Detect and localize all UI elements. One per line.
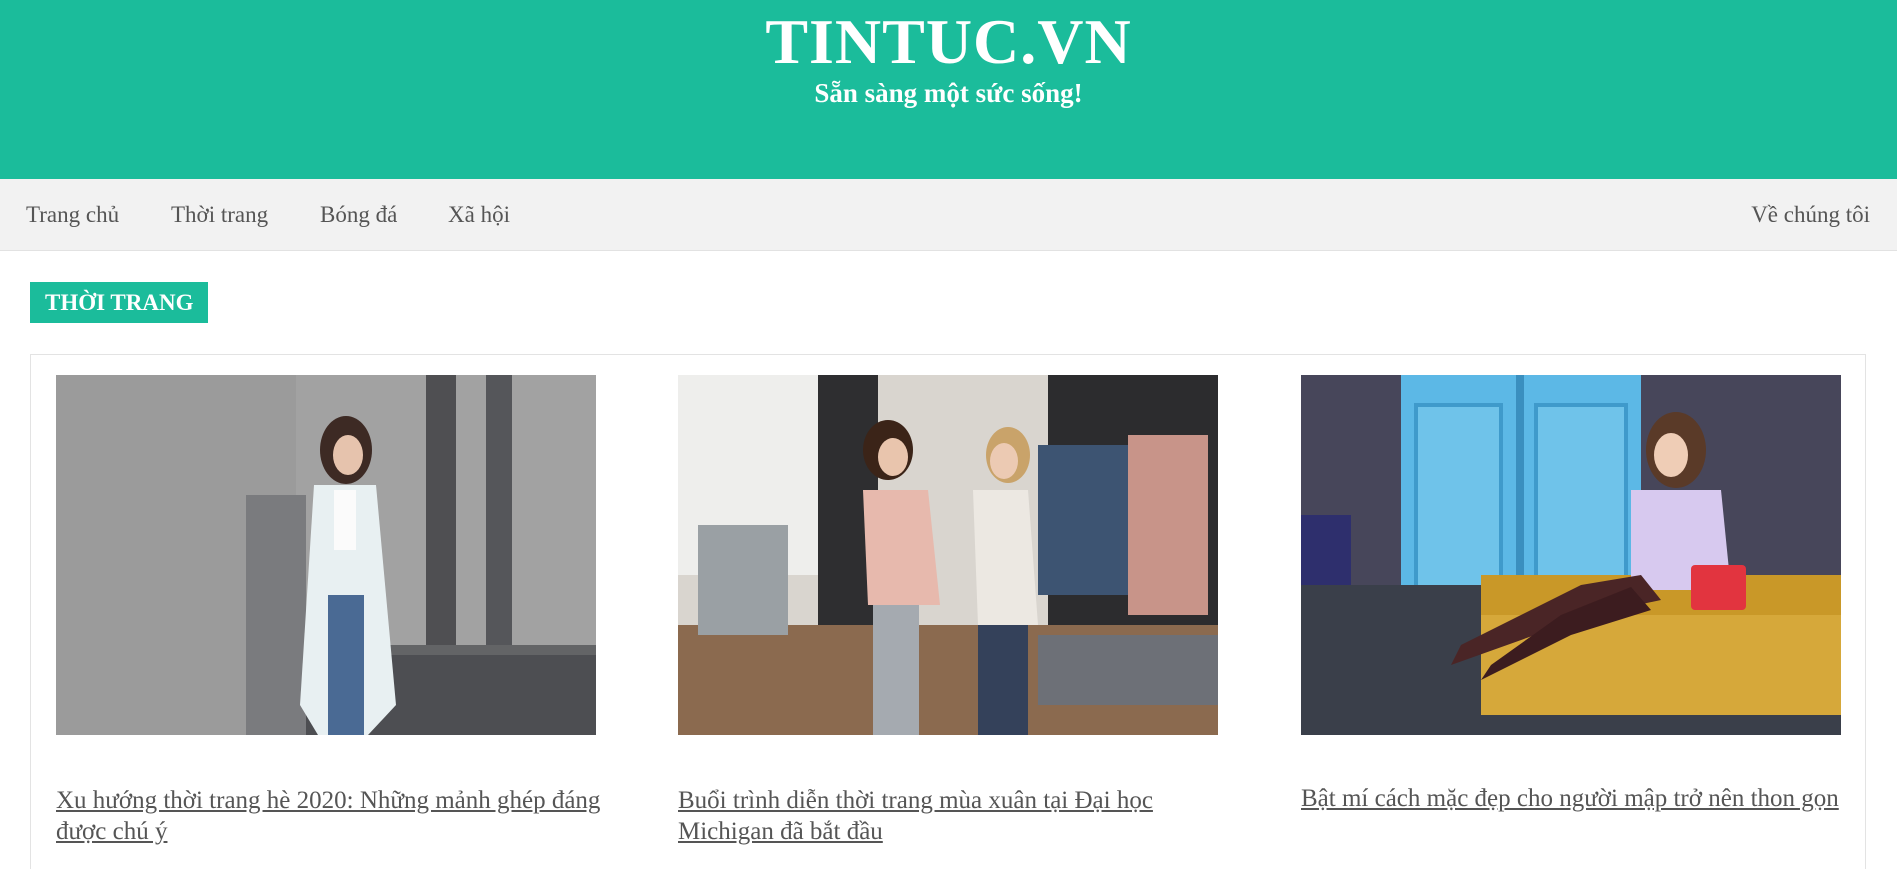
- nav-item-football[interactable]: Bóng đá: [320, 179, 397, 251]
- nav-item-about[interactable]: Về chúng tôi: [1751, 179, 1870, 251]
- article-card: Xu hướng thời trang hè 2020: Những mảnh …: [56, 375, 600, 845]
- article-title-link[interactable]: Buổi trình diễn thời trang mùa xuân tại …: [678, 785, 1238, 847]
- main-navigation: Trang chủ Thời trang Bóng đá Xã hội Về c…: [0, 179, 1897, 251]
- section-badge-fashion: THỜI TRANG: [30, 282, 209, 323]
- nav-item-fashion[interactable]: Thời trang: [171, 179, 268, 251]
- article-thumbnail[interactable]: [56, 375, 596, 735]
- site-title[interactable]: TINTUC.VN: [0, 6, 1897, 78]
- nav-item-society[interactable]: Xã hội: [448, 179, 510, 251]
- article-thumbnail[interactable]: [678, 375, 1218, 735]
- nav-item-home[interactable]: Trang chủ: [26, 179, 119, 251]
- article-card: Buổi trình diễn thời trang mùa xuân tại …: [678, 375, 1218, 845]
- article-title-link[interactable]: Bật mí cách mặc đẹp cho người mập trở nê…: [1301, 783, 1861, 814]
- article-title-link[interactable]: Xu hướng thời trang hè 2020: Những mảnh …: [56, 785, 616, 847]
- site-tagline: Sẵn sàng một sức sống!: [814, 78, 1083, 108]
- site-header: TINTUC.VN Sẵn sàng một sức sống!: [0, 0, 1897, 179]
- article-thumbnail[interactable]: [1301, 375, 1841, 735]
- article-card: Bật mí cách mặc đẹp cho người mập trở nê…: [1301, 375, 1841, 812]
